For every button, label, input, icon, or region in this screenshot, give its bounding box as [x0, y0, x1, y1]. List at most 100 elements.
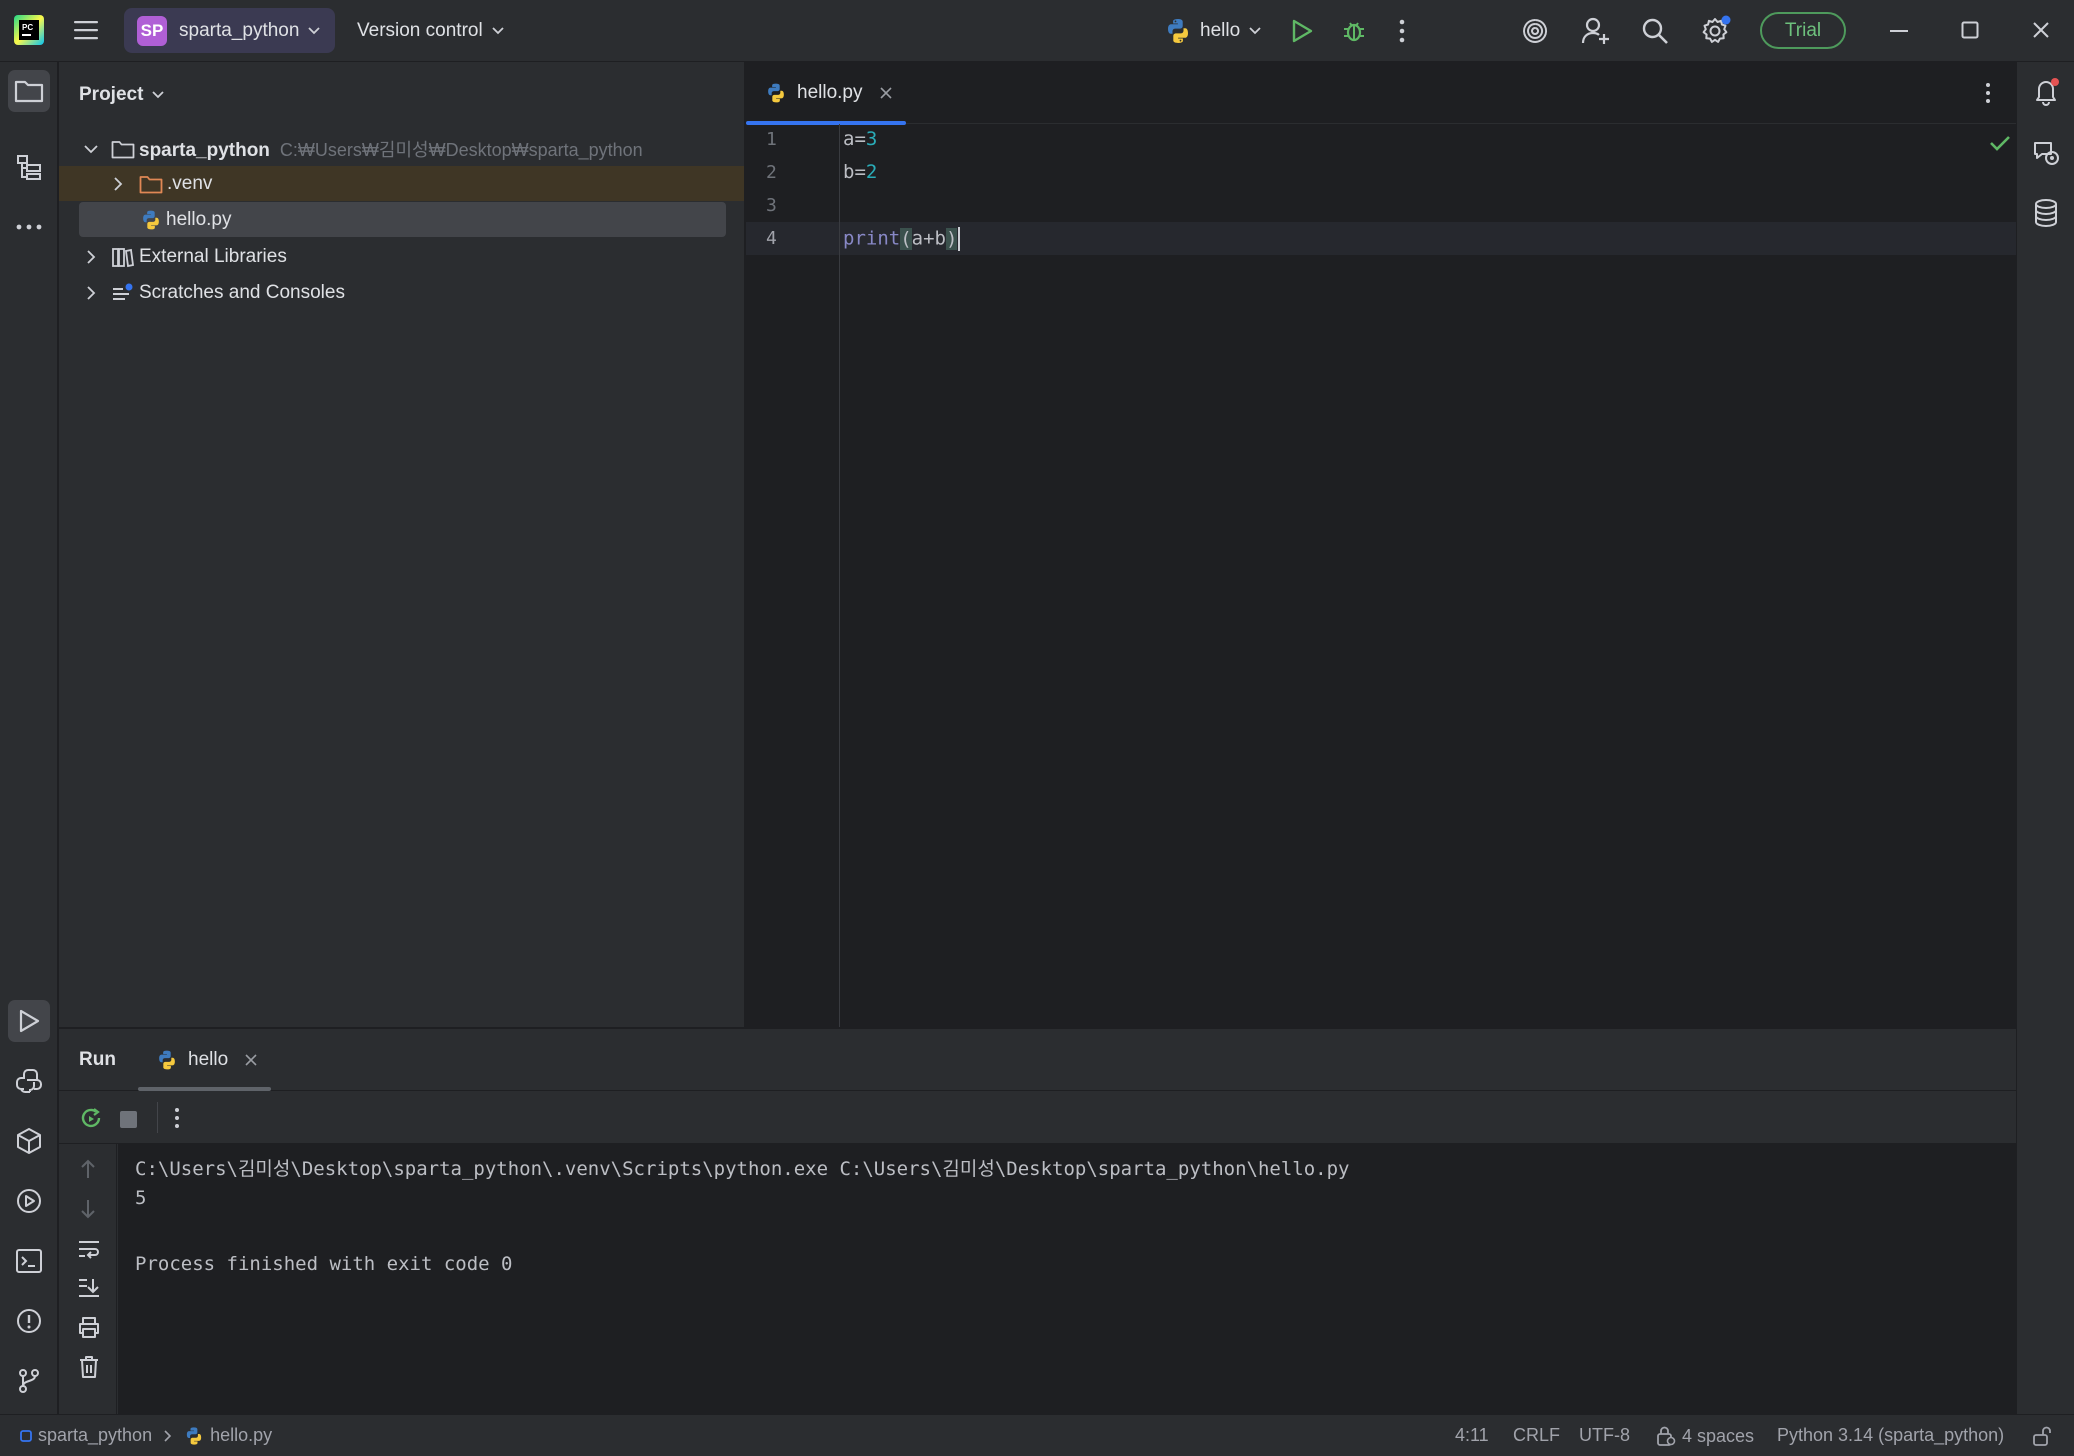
breadcrumb-project[interactable]: sparta_python [38, 1425, 152, 1446]
database-button[interactable] [2025, 192, 2067, 234]
structure-tool-button[interactable] [8, 146, 50, 188]
problems-tool-button[interactable] [8, 1300, 50, 1342]
scroll-to-end-icon[interactable] [77, 1277, 101, 1299]
chevron-right-icon[interactable] [85, 285, 97, 301]
scroll-down-icon[interactable] [79, 1198, 97, 1220]
console-output[interactable]: C:\Users\김미성\Desktop\sparta_python\.venv… [118, 1144, 2016, 1415]
toolbar-divider [157, 1102, 158, 1133]
terminal-icon [16, 1249, 42, 1273]
ai-chat-icon [2034, 142, 2059, 165]
pycharm-logo-icon[interactable]: PC [14, 15, 44, 45]
code-line-2[interactable]: b=2 [843, 161, 877, 183]
rerun-button[interactable] [79, 1106, 103, 1130]
run-tool-button[interactable] [8, 1000, 50, 1042]
project-badge: SP [137, 15, 167, 46]
indent-settings[interactable]: 4 spaces [1656, 1425, 1754, 1447]
python-file-icon [186, 1426, 202, 1445]
terminal-tool-button[interactable] [8, 1240, 50, 1282]
soft-wrap-icon[interactable] [77, 1239, 101, 1259]
chevron-down-icon [152, 91, 165, 99]
maximize-button[interactable] [1961, 21, 1979, 39]
more-actions-icon[interactable] [1397, 18, 1407, 44]
database-icon [2035, 199, 2057, 228]
python-packages-tool-button[interactable] [8, 1120, 50, 1162]
scroll-up-icon[interactable] [79, 1158, 97, 1180]
run-tool-window: Run hello C:\Users\김미성\Desktop\sparta_py… [59, 1028, 2016, 1415]
chevron-down-icon[interactable] [83, 143, 99, 155]
editor-tab-hello-py[interactable]: hello.py [746, 62, 906, 125]
services-tool-button[interactable] [8, 1180, 50, 1222]
run-tab-hello[interactable]: hello [138, 1029, 271, 1091]
close-tab-icon[interactable] [244, 1053, 258, 1067]
folder-icon [14, 80, 44, 103]
tree-item-label: hello.py [166, 208, 232, 230]
print-icon[interactable] [77, 1315, 101, 1339]
left-tool-window-bar [0, 62, 58, 1414]
python-console-tool-button[interactable] [8, 1060, 50, 1102]
close-tab-icon[interactable] [879, 86, 893, 100]
tree-item-label: .venv [167, 172, 213, 194]
project-panel: Project sparta_python C:₩Users₩김미성₩Deskto… [59, 62, 745, 1027]
packages-icon [17, 1128, 41, 1154]
python-icon [159, 1050, 175, 1070]
ai-assistant-icon[interactable] [1520, 16, 1550, 46]
code-line-1[interactable]: a=3 [843, 128, 877, 150]
run-panel-title: Run [79, 1049, 116, 1070]
close-window-button[interactable] [2032, 21, 2050, 39]
read-only-toggle[interactable] [2032, 1425, 2052, 1447]
editor-tab-options-icon[interactable] [1984, 82, 1992, 104]
caret-position[interactable]: 4:11 [1455, 1425, 1489, 1446]
branch-icon [19, 1369, 39, 1393]
tree-item-scratches-consoles[interactable]: Scratches and Consoles [59, 275, 744, 310]
search-icon[interactable] [1641, 17, 1669, 45]
line-endings[interactable]: CRLF [1513, 1425, 1560, 1446]
tree-item-label: Scratches and Consoles [139, 281, 345, 303]
play-outline-icon [19, 1009, 40, 1033]
close-icon [2033, 22, 2049, 38]
breadcrumb-file[interactable]: hello.py [210, 1425, 272, 1446]
excluded-folder-icon [139, 175, 163, 193]
root-folder-name: sparta_python [139, 139, 270, 161]
settings-gear-icon[interactable] [1700, 14, 1732, 46]
run-more-options-icon[interactable] [173, 1107, 181, 1129]
trial-badge[interactable]: Trial [1760, 12, 1846, 49]
tree-item-external-libraries[interactable]: External Libraries [59, 239, 744, 274]
run-button[interactable] [1290, 18, 1314, 44]
ai-chat-button[interactable] [2025, 132, 2067, 174]
notifications-button[interactable] [2025, 70, 2067, 112]
main-menu-icon[interactable] [73, 18, 99, 42]
run-config-selector[interactable]: hello [1164, 17, 1262, 45]
python-interpreter[interactable]: Python 3.14 (sparta_python) [1777, 1425, 2004, 1446]
no-problems-check-icon[interactable] [1989, 134, 2011, 152]
editor-area: hello.py 1 2 3 4 a=3 b=2 print(a+b) [746, 62, 2016, 1027]
minimize-button[interactable] [1890, 29, 1908, 33]
code-with-me-icon[interactable] [1581, 15, 1611, 47]
tree-item-hello-py[interactable]: hello.py [79, 202, 726, 237]
console-line-exit: Process finished with exit code 0 [135, 1253, 513, 1275]
chevron-right-icon[interactable] [85, 249, 97, 265]
chevron-down-icon [492, 27, 504, 35]
project-tool-button[interactable] [8, 70, 50, 112]
console-line-command: C:\Users\김미성\Desktop\sparta_python\.venv… [135, 1158, 1350, 1180]
tree-root-sparta-python[interactable]: sparta_python C:₩Users₩김미성₩Desktop₩sparta… [59, 131, 744, 166]
run-tab-label: hello [188, 1049, 229, 1070]
line-number: 4 [766, 228, 777, 249]
stop-button[interactable] [120, 1111, 137, 1128]
project-panel-header[interactable]: Project [79, 84, 165, 106]
debug-button[interactable] [1340, 17, 1368, 45]
chevron-right-icon[interactable] [112, 176, 124, 192]
line-number: 3 [766, 195, 777, 216]
git-tool-button[interactable] [8, 1360, 50, 1402]
file-encoding[interactable]: UTF-8 [1579, 1425, 1630, 1446]
version-control-button[interactable]: Version control [357, 20, 505, 42]
right-tool-window-bar [2016, 62, 2074, 1414]
version-control-label: Version control [357, 20, 483, 41]
code-line-4[interactable]: print(a+b) [843, 227, 961, 251]
more-tools-icon[interactable] [8, 206, 50, 248]
project-selector-button[interactable]: SP sparta_python [124, 8, 336, 53]
bell-icon [2036, 78, 2059, 106]
python-icon [1168, 19, 1188, 43]
tree-item-venv[interactable]: .venv [59, 166, 744, 201]
project-panel-title: Project [79, 84, 144, 105]
clear-console-trash-icon[interactable] [78, 1355, 100, 1379]
